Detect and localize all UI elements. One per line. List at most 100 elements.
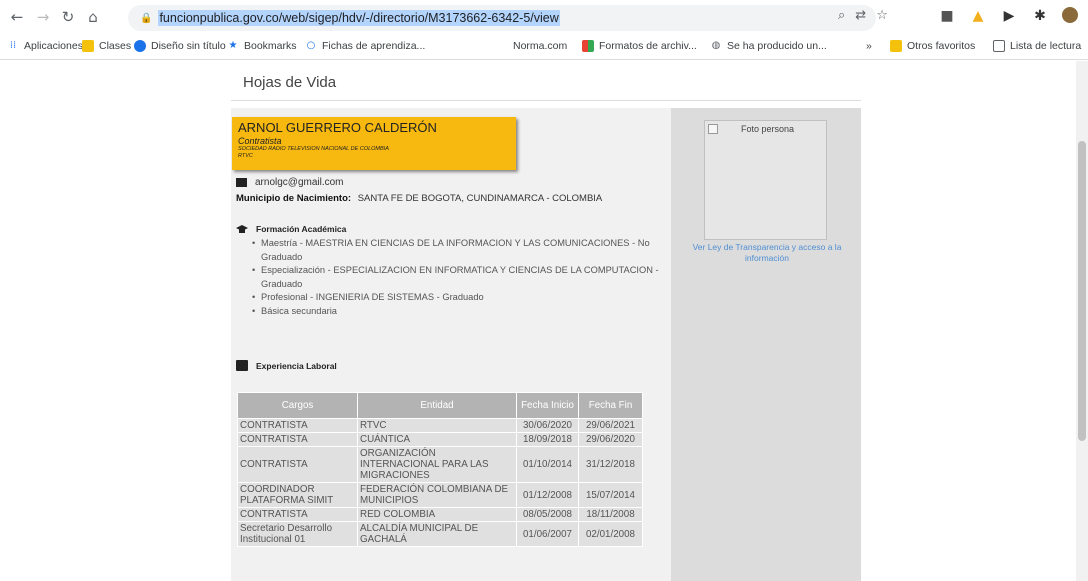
star-icon: ★	[228, 40, 238, 51]
star-icon[interactable]: ☆	[876, 8, 888, 23]
cell-cargo: CONTRATISTA	[237, 432, 358, 447]
extension-icon[interactable]: ■	[938, 7, 956, 25]
bookmark-fichas[interactable]: ○ Fichas de aprendiza...	[305, 40, 426, 52]
page-title: Hojas de Vida	[243, 74, 337, 91]
person-photo: Foto persona	[704, 120, 827, 240]
broken-image-icon	[708, 124, 718, 134]
canva-icon	[134, 40, 146, 52]
bookmark-bookmarks[interactable]: ★ Bookmarks	[227, 40, 297, 52]
bookmarks-bar: ⁞⁞ Aplicaciones Clases Diseño sin título…	[0, 34, 1088, 60]
reload-icon[interactable]: ↻	[57, 6, 79, 28]
omnibox-tools: ⌕ ⇄ ☆	[838, 8, 888, 23]
url-text[interactable]: funcionpublica.gov.co/web/sigep/hdv/-/di…	[158, 10, 560, 26]
column-header: Fecha Inicio	[516, 392, 579, 419]
bookmark-error[interactable]: ◍ Se ha producido un...	[710, 40, 827, 52]
cell-fecha-fin: 29/06/2021	[578, 418, 643, 433]
person-role: Contratista	[238, 136, 282, 146]
cell-entidad: CUÁNTICA	[357, 432, 517, 447]
cell-fecha-inicio: 01/10/2014	[516, 446, 579, 483]
reading-list[interactable]: Lista de lectura	[993, 40, 1081, 52]
cell-entidad: ALCALDÍA MUNICIPAL DE GACHALÁ	[357, 521, 517, 547]
table-row: CONTRATISTA ORGANIZACIÓN INTERNACIONAL P…	[237, 446, 643, 483]
birthplace-label: Municipio de Nacimiento:	[236, 193, 352, 204]
person-organization: SOCIEDAD RADIO TELEVISION NACIONAL DE CO…	[238, 146, 389, 152]
browser-toolbar: ← → ↻ ⌂ 🔒 funcionpublica.gov.co/web/sige…	[0, 0, 1088, 34]
list-item: Profesional - INGENIERIA DE SISTEMAS - G…	[252, 291, 670, 305]
apps-icon: ⁞⁞	[9, 40, 17, 51]
folder-icon	[890, 40, 902, 52]
cell-cargo: Secretario Desarrollo Institucional 01	[237, 521, 358, 547]
cell-cargo: CONTRATISTA	[237, 418, 358, 433]
table-row: CONTRATISTA RTVC 30/06/2020 29/06/2021	[237, 418, 643, 433]
cell-entidad: FEDERACIÓN COLOMBIANA DE MUNICIPIOS	[357, 482, 517, 508]
experience-table: Cargos Entidad Fecha Inicio Fecha Fin CO…	[237, 392, 643, 547]
bookmark-formatos[interactable]: Formatos de archiv...	[582, 40, 697, 52]
person-name: ARNOL GUERRERO CALDERÓN	[238, 120, 437, 135]
email-row: arnolgc@gmail.com	[236, 177, 344, 188]
experience-heading: Experiencia Laboral	[236, 360, 337, 371]
cell-fecha-fin: 15/07/2014	[578, 482, 643, 508]
column-header: Cargos	[237, 392, 358, 419]
bookmark-clases[interactable]: Clases	[82, 40, 131, 52]
name-card: ARNOL GUERRERO CALDERÓN Contratista SOCI…	[232, 117, 516, 170]
cell-entidad: ORGANIZACIÓN INTERNACIONAL PARA LAS MIGR…	[357, 446, 517, 483]
formats-icon	[582, 40, 594, 52]
list-item: Especialización - ESPECIALIZACION EN INF…	[252, 264, 670, 291]
bookmark-diseno[interactable]: Diseño sin título	[134, 40, 226, 52]
cell-cargo: COORDINADOR PLATAFORMA SIMIT	[237, 482, 358, 508]
play-icon[interactable]: ▶	[1000, 7, 1018, 25]
envelope-icon	[236, 178, 247, 187]
extensions: ■ ▲ ▶ ✱ ⋮	[938, 7, 1088, 25]
cell-fecha-inicio: 30/06/2020	[516, 418, 579, 433]
column-header: Entidad	[357, 392, 517, 419]
cell-fecha-fin: 31/12/2018	[578, 446, 643, 483]
bookmark-norma[interactable]: Norma.com	[513, 40, 567, 52]
table-row: CONTRATISTA RED COLOMBIA 08/05/2008 18/1…	[237, 507, 643, 522]
scrollbar[interactable]	[1076, 61, 1088, 581]
birthplace-row: Municipio de Nacimiento: SANTA FE DE BOG…	[236, 193, 602, 204]
graduation-cap-icon	[236, 225, 248, 233]
bookmark-apps[interactable]: ⁞⁞ Aplicaciones	[7, 40, 83, 52]
lock-icon[interactable]: 🔒	[140, 13, 152, 24]
classroom-icon	[82, 40, 94, 52]
zoom-icon[interactable]: ⌕	[838, 8, 845, 23]
birthplace-value: SANTA FE DE BOGOTA, CUNDINAMARCA - COLOM…	[357, 193, 603, 204]
cell-fecha-inicio: 01/06/2007	[516, 521, 579, 547]
home-icon[interactable]: ⌂	[82, 6, 104, 28]
table-row: COORDINADOR PLATAFORMA SIMIT FEDERACIÓN …	[237, 482, 643, 508]
cell-cargo: CONTRATISTA	[237, 507, 358, 522]
bookmark-other-favorites[interactable]: Otros favoritos	[890, 40, 975, 52]
list-item: Maestría - MAESTRIA EN CIENCIAS DE LA IN…	[252, 237, 670, 264]
table-header: Cargos Entidad Fecha Inicio Fecha Fin	[237, 392, 643, 419]
transparency-link[interactable]: Ver Ley de Transparencia y acceso a la i…	[674, 242, 860, 264]
cell-entidad: RED COLOMBIA	[357, 507, 517, 522]
extension-icon[interactable]: ▲	[969, 7, 987, 25]
search-icon: ○	[306, 40, 316, 51]
photo-alt-text: Foto persona	[741, 124, 795, 134]
cell-fecha-fin: 18/11/2008	[578, 507, 643, 522]
briefcase-icon	[236, 360, 248, 371]
more-bookmarks[interactable]: »	[866, 40, 872, 52]
education-heading: Formación Académica	[236, 224, 346, 234]
reading-list-icon	[993, 40, 1005, 52]
forward-icon[interactable]: →	[32, 6, 54, 28]
globe-icon: ◍	[711, 40, 721, 51]
person-email: arnolgc@gmail.com	[255, 177, 344, 188]
scroll-thumb[interactable]	[1078, 141, 1086, 441]
back-icon[interactable]: ←	[6, 6, 28, 28]
puzzle-icon[interactable]: ✱	[1031, 7, 1049, 25]
cell-fecha-inicio: 01/12/2008	[516, 482, 579, 508]
person-org-code: RTVC	[238, 153, 253, 159]
cell-fecha-fin: 02/01/2008	[578, 521, 643, 547]
column-header: Fecha Fin	[578, 392, 643, 419]
cell-fecha-inicio: 08/05/2008	[516, 507, 579, 522]
cell-entidad: RTVC	[357, 418, 517, 433]
title-divider	[231, 100, 861, 101]
translate-icon[interactable]: ⇄	[855, 8, 866, 23]
address-bar[interactable]: 🔒 funcionpublica.gov.co/web/sigep/hdv/-/…	[128, 5, 876, 31]
avatar[interactable]	[1062, 7, 1078, 23]
table-row: CONTRATISTA CUÁNTICA 18/09/2018 29/06/20…	[237, 432, 643, 447]
education-list: Maestría - MAESTRIA EN CIENCIAS DE LA IN…	[252, 237, 670, 318]
cell-cargo: CONTRATISTA	[237, 446, 358, 483]
list-item: Básica secundaria	[252, 305, 670, 319]
